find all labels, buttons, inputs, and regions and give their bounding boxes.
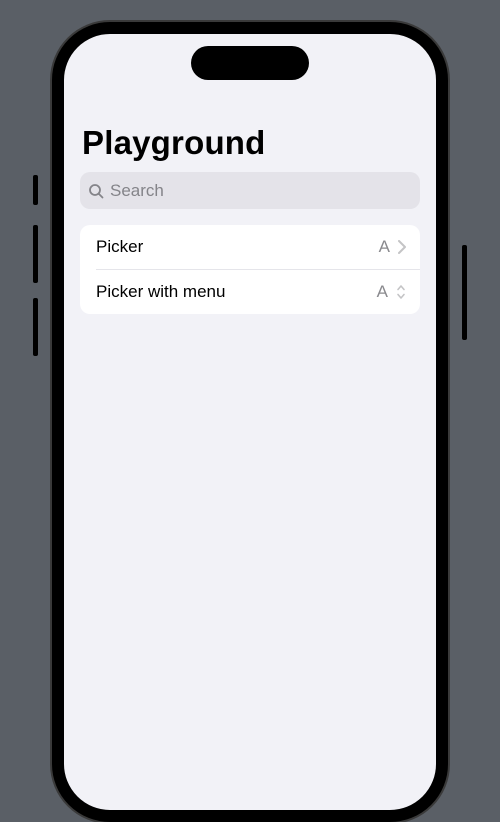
phone-side-button-volume-down (33, 298, 38, 356)
picker-row[interactable]: Picker A (80, 225, 420, 269)
phone-side-button-silence (33, 175, 38, 205)
dynamic-island (191, 46, 309, 80)
page-title: Playground (64, 124, 436, 168)
search-icon (88, 183, 104, 199)
row-label: Picker with menu (96, 282, 377, 302)
row-value: A (379, 237, 390, 257)
search-input[interactable]: Search (80, 172, 420, 209)
screen-content: Playground Search Picker A Picker with m… (64, 34, 436, 810)
phone-side-button-volume-up (33, 225, 38, 283)
search-placeholder: Search (110, 181, 164, 201)
chevron-right-icon (398, 240, 406, 254)
picker-with-menu-row[interactable]: Picker with menu A (96, 269, 420, 314)
chevron-up-down-icon (396, 284, 406, 300)
row-label: Picker (96, 237, 379, 257)
row-value: A (377, 282, 388, 302)
settings-list: Picker A Picker with menu A (80, 225, 420, 314)
phone-frame: Playground Search Picker A Picker with m… (52, 22, 448, 822)
phone-side-button-power (462, 245, 467, 340)
